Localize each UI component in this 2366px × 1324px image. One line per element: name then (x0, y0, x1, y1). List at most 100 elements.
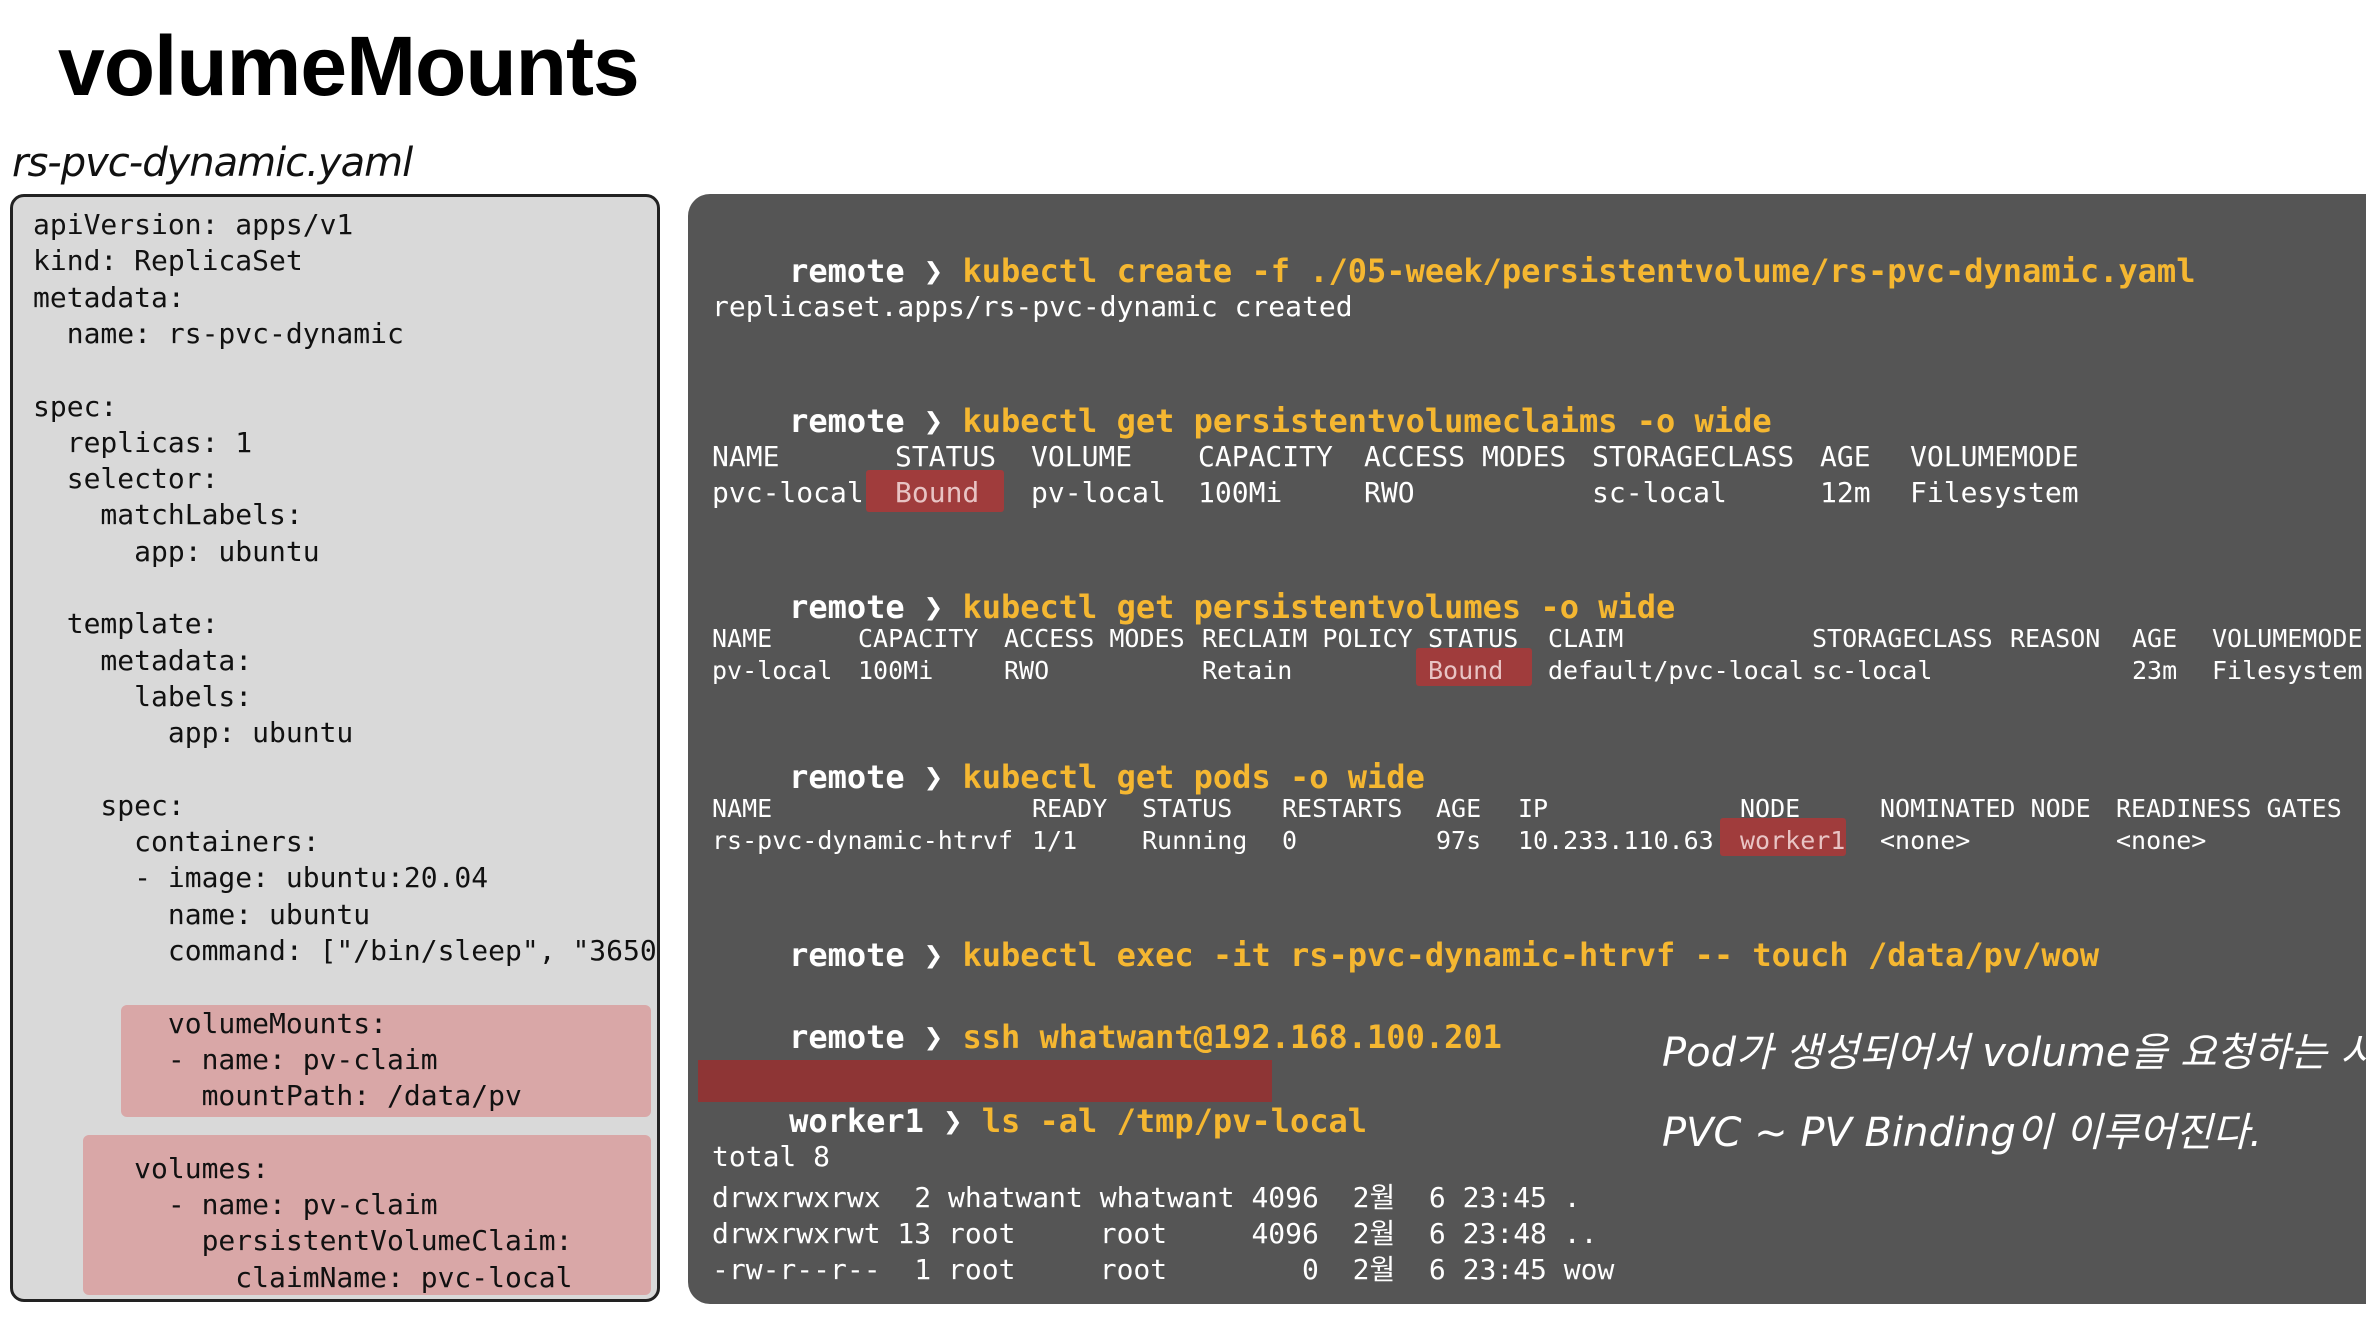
terminal-command-get-pv: remote ❯ kubectl get persistentvolumes -… (712, 550, 1675, 664)
prompt: remote ❯ (789, 402, 944, 440)
yaml-code-line: app: ubuntu (33, 534, 320, 568)
yaml-code-line: labels: (33, 679, 253, 713)
yaml-code-line: spec: (33, 389, 118, 423)
yaml-code-line: command: ["/bin/sleep", "3650d"] (33, 934, 660, 967)
pvc-header-cell: AGE (1820, 440, 1871, 473)
yaml-code-line: apiVersion: apps/v1 (33, 208, 354, 241)
pvc-cell: 12m (1820, 476, 1871, 509)
pvc-header-cell: ACCESS MODES (1364, 440, 1567, 473)
yaml-code-line: selector: (33, 462, 219, 496)
annotation-line-2: PVC ~ PV Binding이 이루어진다. (1662, 1110, 2262, 1156)
pv-header-cell: CLAIM (1548, 624, 1624, 653)
pods-header-cell: AGE (1436, 794, 1482, 823)
yaml-code-line: volumes: (33, 1151, 270, 1185)
pods-cell: 0 (1282, 826, 1298, 855)
pv-cell: 23m (2132, 656, 2178, 685)
pvc-status-bound: Bound (895, 476, 980, 509)
pv-header-cell: RECLAIM POLICY (1202, 624, 1413, 653)
pods-cell: rs-pvc-dynamic-htrvf (712, 826, 1014, 855)
pv-header-cell: STATUS (1428, 624, 1519, 653)
pvc-header-cell: VOLUME (1031, 440, 1133, 473)
yaml-code-line: mountPath: /data/pv (33, 1079, 522, 1113)
yaml-code-line: metadata: (33, 280, 185, 314)
pods-header-cell: NOMINATED NODE (1880, 794, 2091, 823)
pv-status-bound: Bound (1428, 656, 1504, 685)
pvc-cell: sc-local (1592, 476, 1727, 509)
pvc-header-cell: NAME (712, 440, 780, 473)
prompt: remote ❯ (789, 588, 944, 626)
command-text: kubectl get persistentvolumes -o wide (962, 588, 1676, 626)
pv-cell: pv-local (712, 656, 833, 685)
prompt: remote ❯ (789, 936, 944, 974)
pods-cell: 97s (1436, 826, 1482, 855)
pods-cell: 10.233.110.63 (1518, 826, 1714, 855)
pod-node-worker1: worker1 (1740, 826, 1846, 855)
yaml-code-line: matchLabels: (33, 498, 303, 532)
ls-output-line: total 8 (712, 1140, 831, 1173)
yaml-code-line: persistentVolumeClaim: (33, 1224, 573, 1258)
pvc-header-cell: VOLUMEMODE (1910, 440, 2079, 473)
pv-header-cell: AGE (2132, 624, 2178, 653)
command-text: kubectl get pods -o wide (962, 758, 1425, 796)
pvc-cell: pv-local (1031, 476, 1166, 509)
command-text: kubectl get persistentvolumeclaims -o wi… (962, 402, 1772, 440)
pv-header-cell: REASON (2010, 624, 2101, 653)
pvc-cell: Filesystem (1910, 476, 2079, 509)
pv-header-cell: CAPACITY (858, 624, 979, 653)
pods-header-cell: NODE (1740, 794, 1801, 823)
pv-header-cell: ACCESS MODES (1004, 624, 1185, 653)
yaml-code-line: replicas: 1 (33, 425, 253, 459)
pods-cell: <none> (1880, 826, 1971, 855)
yaml-code-line: name: rs-pvc-dynamic (33, 316, 404, 350)
pv-cell: sc-local (1812, 656, 1933, 685)
pvc-cell: 100Mi (1198, 476, 1283, 509)
pvc-header-cell: STATUS (895, 440, 997, 473)
pv-cell: Filesystem (2212, 656, 2363, 685)
yaml-code-line: name: ubuntu (33, 897, 371, 931)
command-text: kubectl create -f ./05-week/persistentvo… (962, 252, 2196, 290)
prompt: remote ❯ (789, 252, 944, 290)
pods-header-cell: STATUS (1142, 794, 1233, 823)
page-title: volumeMounts (58, 19, 640, 113)
pods-header-cell: RESTARTS (1282, 794, 1403, 823)
pvc-cell: pvc-local (712, 476, 864, 509)
yaml-code-line: volumeMounts: (33, 1006, 388, 1040)
pods-cell: 1/1 (1032, 826, 1078, 855)
yaml-code-line: kind: ReplicaSet (33, 244, 303, 278)
yaml-code-line: app: ubuntu (33, 716, 354, 750)
pods-header-cell: NAME (712, 794, 773, 823)
pods-header-cell: READINESS GATES (2116, 794, 2342, 823)
ls-output-line: drwxrwxrwt 13 root root 4096 2월 6 23:48 … (712, 1217, 1598, 1250)
pods-cell: <none> (2116, 826, 2207, 855)
pv-cell: default/pvc-local (1548, 656, 1804, 685)
yaml-code-panel: apiVersion: apps/v1 kind: ReplicaSet metad… (10, 194, 660, 1302)
pods-header-cell: IP (1518, 794, 1549, 823)
yaml-filename: rs-pvc-dynamic.yaml (12, 140, 413, 186)
pvc-header-cell: CAPACITY (1198, 440, 1333, 473)
prompt: remote ❯ (789, 758, 944, 796)
yaml-code-line: claimName: pvc-local (33, 1260, 573, 1294)
pods-cell: Running (1142, 826, 1248, 855)
pvc-header-cell: STORAGECLASS (1592, 440, 1795, 473)
pv-header-cell: VOLUMEMODE (2212, 624, 2363, 653)
ls-output-line: drwxrwxrwx 2 whatwant whatwant 4096 2월 6… (712, 1181, 1581, 1214)
pods-header-cell: READY (1032, 794, 1108, 823)
prompt: worker1 ❯ (789, 1102, 963, 1140)
pv-cell: RWO (1004, 656, 1050, 685)
pv-cell: 100Mi (858, 656, 934, 685)
yaml-code-line: containers: (33, 825, 320, 859)
yaml-code-line: - name: pv-claim (33, 1188, 438, 1222)
prompt: remote ❯ (789, 1018, 944, 1056)
yaml-code-line: - image: ubuntu:20.04 (33, 861, 489, 895)
ls-output-line: -rw-r--r-- 1 root root 0 2월 6 23:45 wow (712, 1253, 1615, 1286)
annotation-line-1: Pod가 생성되어서 volume을 요청하는 시점에 (1662, 1030, 2366, 1076)
yaml-code-line: template: (33, 607, 219, 641)
pvc-cell: RWO (1364, 476, 1415, 509)
command-text: kubectl exec -it rs-pvc-dynamic-htrvf --… (962, 936, 2100, 974)
command-text: ssh whatwant@192.168.100.201 (962, 1018, 1502, 1056)
yaml-code-line: metadata: (33, 643, 253, 677)
pv-header-cell: STORAGECLASS (1812, 624, 1993, 653)
terminal-panel: remote ❯ kubectl create -f ./05-week/per… (688, 194, 2366, 1304)
command-text: ls -al /tmp/pv-local (981, 1102, 1368, 1140)
pv-cell: Retain (1202, 656, 1293, 685)
